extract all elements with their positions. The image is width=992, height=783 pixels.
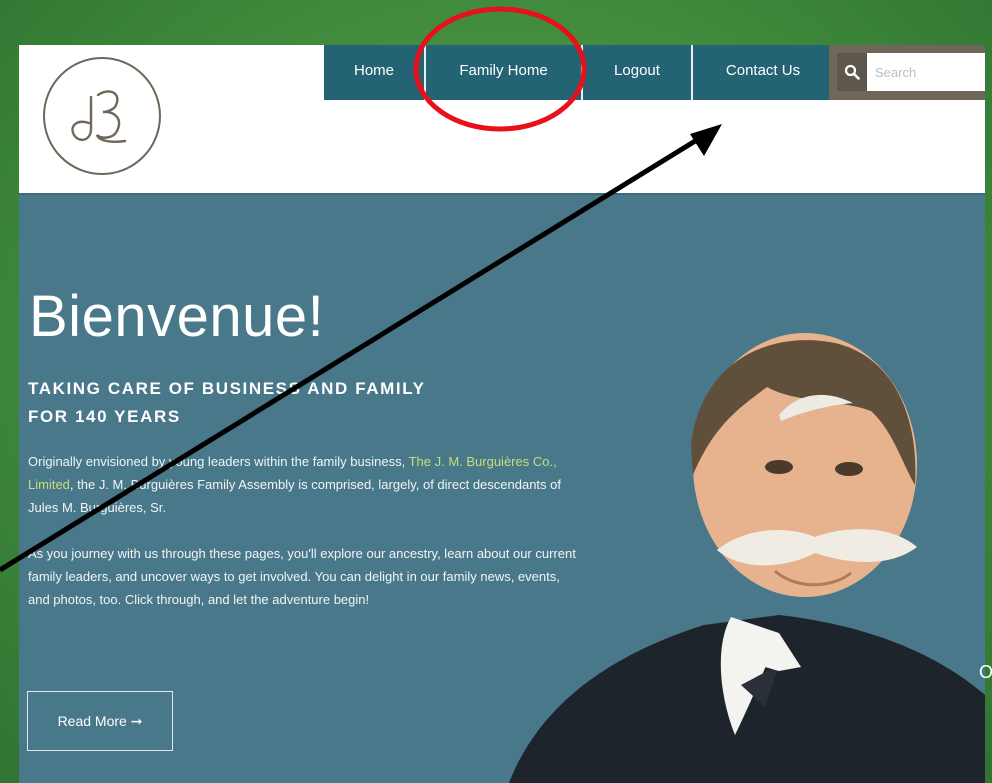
jb-monogram-logo[interactable] [41, 55, 163, 177]
read-more-button[interactable]: Read More ➞ [27, 691, 173, 751]
website-frame: Home Family Home Logout Contact Us Bienv… [19, 45, 985, 783]
search-icon [844, 64, 860, 80]
edge-glyph: O [979, 662, 992, 682]
hero-subtitle-line-1: TAKING CARE OF BUSINESS AND FAMILY [28, 379, 426, 398]
portrait-photo [509, 333, 985, 783]
site-header: Home Family Home Logout Contact Us [19, 45, 985, 195]
nav-item-logout[interactable]: Logout [583, 45, 693, 100]
nav-item-contact-us[interactable]: Contact Us [693, 45, 833, 100]
nav-item-home[interactable]: Home [324, 45, 426, 100]
search-input[interactable] [873, 56, 985, 88]
nav-item-family-home[interactable]: Family Home [426, 45, 583, 100]
hero-subtitle: TAKING CARE OF BUSINESS AND FAMILY FOR 1… [28, 375, 548, 431]
search-button[interactable] [837, 53, 867, 91]
search-box [837, 53, 985, 91]
main-nav: Home Family Home Logout Contact Us [324, 45, 833, 100]
intro-text-start: Originally envisioned by young leaders w… [28, 454, 409, 469]
hero-title: Bienvenue! [29, 284, 325, 349]
search-bar [829, 45, 985, 100]
hero-subtitle-line-2: FOR 140 YEARS [28, 407, 181, 426]
